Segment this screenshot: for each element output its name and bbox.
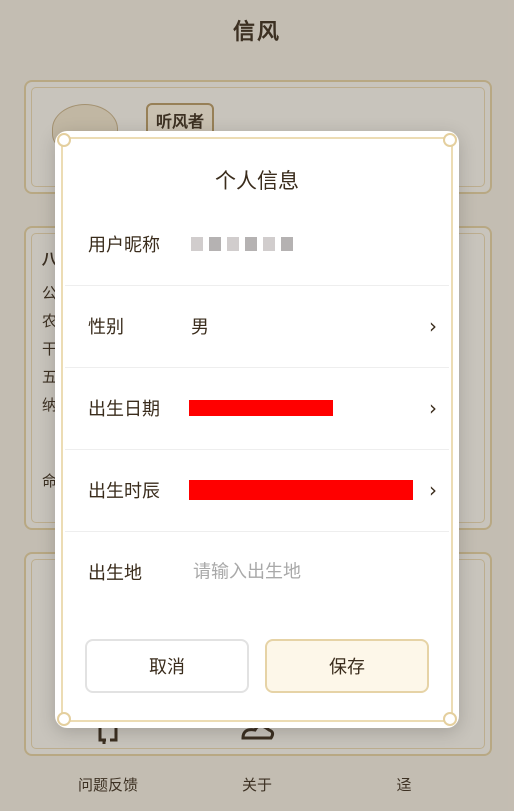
gender-label: 性别 xyxy=(88,317,124,338)
birthplace-input[interactable] xyxy=(191,560,425,584)
birth-hour-redaction xyxy=(189,480,413,500)
corner-ornament xyxy=(443,712,457,726)
corner-ornament xyxy=(443,133,457,147)
personal-info-dialog: 个人信息 用户昵称 性别 男 › 出生日期 › 出生时辰 › 出生地 取消 保存 xyxy=(55,131,459,728)
chevron-right-icon: › xyxy=(429,396,437,420)
nickname-label: 用户昵称 xyxy=(88,235,160,256)
nickname-value-blurred xyxy=(191,237,293,251)
birthplace-row: 出生地 xyxy=(65,531,449,613)
birth-date-row[interactable]: 出生日期 › xyxy=(65,367,449,450)
birth-hour-label: 出生时辰 xyxy=(88,481,160,502)
corner-ornament xyxy=(57,133,71,147)
chevron-right-icon: › xyxy=(429,478,437,502)
dialog-title: 个人信息 xyxy=(215,169,299,193)
corner-ornament xyxy=(57,712,71,726)
save-button[interactable]: 保存 xyxy=(265,639,429,693)
birth-date-label: 出生日期 xyxy=(88,399,160,420)
birth-hour-row[interactable]: 出生时辰 › xyxy=(65,449,449,532)
nickname-row[interactable]: 用户昵称 xyxy=(65,203,449,286)
gender-value: 男 xyxy=(191,317,209,338)
chevron-right-icon: › xyxy=(429,314,437,338)
birthplace-label: 出生地 xyxy=(88,563,142,584)
gender-row[interactable]: 性别 男 › xyxy=(65,285,449,368)
birth-date-redaction xyxy=(189,400,333,416)
cancel-button[interactable]: 取消 xyxy=(85,639,249,693)
